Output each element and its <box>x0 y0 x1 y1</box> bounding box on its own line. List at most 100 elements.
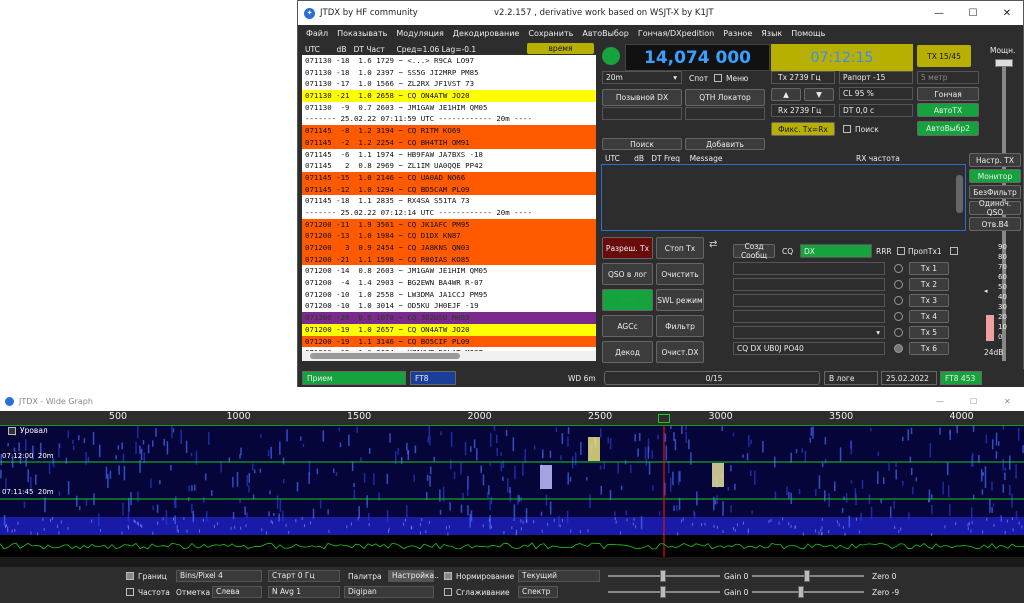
tx4-button[interactable]: Tx 4 <box>909 310 949 323</box>
list-hscrollbar[interactable] <box>302 351 596 361</box>
bounds-checkbox[interactable] <box>126 572 134 580</box>
rx-pane-scrollbar[interactable] <box>956 175 963 213</box>
5m-field[interactable]: 5 метр <box>917 71 979 84</box>
down-arrow-button[interactable]: ▼ <box>804 88 834 101</box>
generate-messages-button[interactable]: Созд Сообщ <box>733 242 775 260</box>
zero-slider-1-handle[interactable] <box>804 570 810 582</box>
list-item[interactable]: 071200 -19 1.0 2657 ~ CQ ON4ATW JO20 <box>302 323 596 336</box>
list-item[interactable]: 071200 -20 0.8 1078 ~ CQ 3D2USU RH83 <box>302 312 596 324</box>
time-button[interactable]: время <box>527 43 594 54</box>
list-item[interactable]: 071200 -13 1.0 1984 ~ CQ D1DX KN87 <box>302 230 596 242</box>
menu-decode[interactable]: Декодирование <box>453 29 520 38</box>
menu-hound[interactable]: Гончая/DXpedition <box>638 29 714 38</box>
tx-frequency-field[interactable]: Tx 2739 Гц <box>771 71 835 84</box>
minimize-icon[interactable]: — <box>936 397 944 406</box>
list-item[interactable]: 071200 -10 1.0 3014 ~ OD5KU JH0EJF -19 <box>302 300 596 312</box>
tx2-radio[interactable] <box>894 280 903 289</box>
tx1-button[interactable]: Tx 1 <box>909 262 949 275</box>
search-checkbox[interactable] <box>843 125 851 133</box>
list-item[interactable]: 071145 -15 1.0 2146 ~ CQ UA0AD NO66 <box>302 171 596 184</box>
report-field[interactable]: Рапорт -15 <box>839 71 913 84</box>
tx4-message[interactable] <box>733 310 885 323</box>
clear-button[interactable]: Очистить <box>656 263 704 285</box>
agcc-button[interactable]: AGCc <box>602 315 653 337</box>
menu-language[interactable]: Язык <box>761 29 782 38</box>
tx6-radio[interactable] <box>894 344 903 353</box>
digipan-select[interactable]: Digipan <box>344 586 434 598</box>
dx-grid-field[interactable] <box>685 107 765 120</box>
gain-slider-1-handle[interactable] <box>660 570 666 582</box>
zero-slider-2[interactable] <box>752 591 864 593</box>
frequency-checkbox[interactable] <box>126 588 134 596</box>
swl-mode-button[interactable]: SWL режим <box>656 289 704 311</box>
search-button[interactable]: Поиск <box>602 138 682 150</box>
mark-select[interactable]: Слева <box>212 586 262 598</box>
current-select[interactable]: Текущий <box>518 570 600 582</box>
monitor-button[interactable]: Монитор <box>969 169 1021 183</box>
tx6-message[interactable]: CQ DX UB0J PO40 <box>733 342 885 355</box>
start-spinbox[interactable]: Старт 0 Гц <box>268 570 340 582</box>
list-item[interactable]: ------- 25.02.22 07:11:59 UTC ----------… <box>302 113 596 126</box>
menu-checkbox[interactable] <box>714 74 722 82</box>
tx1-message[interactable] <box>733 262 885 275</box>
rx-marker[interactable] <box>658 414 670 423</box>
tune-button[interactable]: Нал <box>602 289 653 311</box>
tx1-alt-checkbox[interactable] <box>950 247 958 255</box>
tx5-radio[interactable] <box>894 328 903 337</box>
enable-tx-button[interactable]: Разреш. Тх <box>602 237 653 259</box>
tx5-button[interactable]: Tx 5 <box>909 326 949 339</box>
list-item[interactable]: 071200 -14 0.8 2603 ~ JM1GAW JE1HIM QM05 <box>302 265 596 277</box>
cl-field[interactable]: CL 95 % <box>839 87 913 100</box>
arrows-icon[interactable]: ⇄ <box>709 239 723 259</box>
list-item[interactable]: 071145 -6 1.1 1974 ~ HB9FAW JA7BXS -18 <box>302 149 596 161</box>
rx-frequency-field[interactable]: Rx 2739 Гц <box>771 104 835 117</box>
menu-autoselect[interactable]: АвтоВыбор <box>582 29 628 38</box>
tx3-radio[interactable] <box>894 296 903 305</box>
bins-spinbox[interactable]: Bins/Pixel 4 <box>176 570 262 582</box>
hound-button[interactable]: Гончая <box>917 87 979 101</box>
stop-tx-button[interactable]: Стоп Тх <box>656 237 704 259</box>
tune-tx-button[interactable]: Настр. TX <box>969 153 1021 167</box>
zero-slider-2-handle[interactable] <box>798 586 804 598</box>
list-item[interactable]: 071200 -10 1.0 2558 ~ LW3DMA JA1CCJ PM95 <box>302 289 596 301</box>
up-arrow-button[interactable]: ▲ <box>771 88 801 101</box>
tx2-button[interactable]: Tx 2 <box>909 278 949 291</box>
list-item[interactable]: 071145 -12 1.0 1294 ~ CQ BD5CAM PL09 <box>302 183 596 196</box>
menu-mode[interactable]: Модуляция <box>396 29 443 38</box>
list-item[interactable]: 071130 -21 1.0 2658 ~ CQ ON4ATW JO20 <box>302 90 596 102</box>
clear-dx-button[interactable]: Очист.DX <box>656 341 704 363</box>
smooth-checkbox[interactable] <box>444 588 452 596</box>
band-select[interactable]: 20m ▾ <box>602 71 682 84</box>
list-item[interactable]: 071200 -21 1.1 1598 ~ CQ R80IAS KO85 <box>302 253 596 266</box>
list-item[interactable]: 071130 -17 1.0 1566 ~ ZL2RX JF1VST 73 <box>302 78 596 90</box>
list-item[interactable]: 071200 -4 1.4 2903 ~ BG2EWN BA4WR R-07 <box>302 277 596 289</box>
decode-button[interactable]: Декод <box>602 341 653 363</box>
qth-locator-button[interactable]: QTH Локатор <box>685 89 765 106</box>
spectrum-select[interactable]: Спектр <box>518 586 558 598</box>
maximize-icon[interactable]: ☐ <box>970 397 977 406</box>
list-item[interactable]: ------- 25.02.22 07:12:14 UTC ----------… <box>302 206 596 219</box>
tx4-radio[interactable] <box>894 312 903 321</box>
list-item[interactable]: 071145 -2 1.2 2254 ~ CQ BH4TIH OM91 <box>302 136 596 149</box>
add-button[interactable]: Добавить <box>685 138 765 150</box>
maximize-icon[interactable]: ☐ <box>956 1 990 25</box>
close-icon[interactable]: ✕ <box>990 1 1024 25</box>
palette-settings-button[interactable]: Настройка.. <box>388 570 439 582</box>
normalize-checkbox[interactable] <box>444 572 452 580</box>
tx-period-button[interactable]: TX 15/45 <box>917 45 971 67</box>
fix-txrx-button[interactable]: Фикс. Tx=Rx <box>771 122 835 136</box>
single-qso-button[interactable]: Одиноч. QSO <box>969 199 1021 217</box>
close-icon[interactable]: ✕ <box>1004 397 1011 406</box>
minimize-icon[interactable]: — <box>922 1 956 25</box>
list-item[interactable]: 071200 3 0.9 2454 ~ CQ JA8KNS QN03 <box>302 242 596 254</box>
waterfall[interactable]: Уровал 07:12:00 20m 07:11:45 20m <box>0 425 1024 557</box>
level-checkbox[interactable] <box>8 427 16 435</box>
log-qso-button[interactable]: QSO в лог <box>602 263 653 285</box>
tx3-message[interactable] <box>733 294 885 307</box>
dx-call-field[interactable] <box>602 107 682 120</box>
tx3-button[interactable]: Tx 3 <box>909 294 949 307</box>
list-item[interactable]: 071130 -18 1.6 1729 ~ <...> R9CA LO97 <box>302 55 596 67</box>
navg-spinbox[interactable]: N Avg 1 <box>268 586 340 598</box>
power-slider-handle[interactable] <box>995 59 1013 67</box>
menu-save[interactable]: Сохранить <box>528 29 573 38</box>
